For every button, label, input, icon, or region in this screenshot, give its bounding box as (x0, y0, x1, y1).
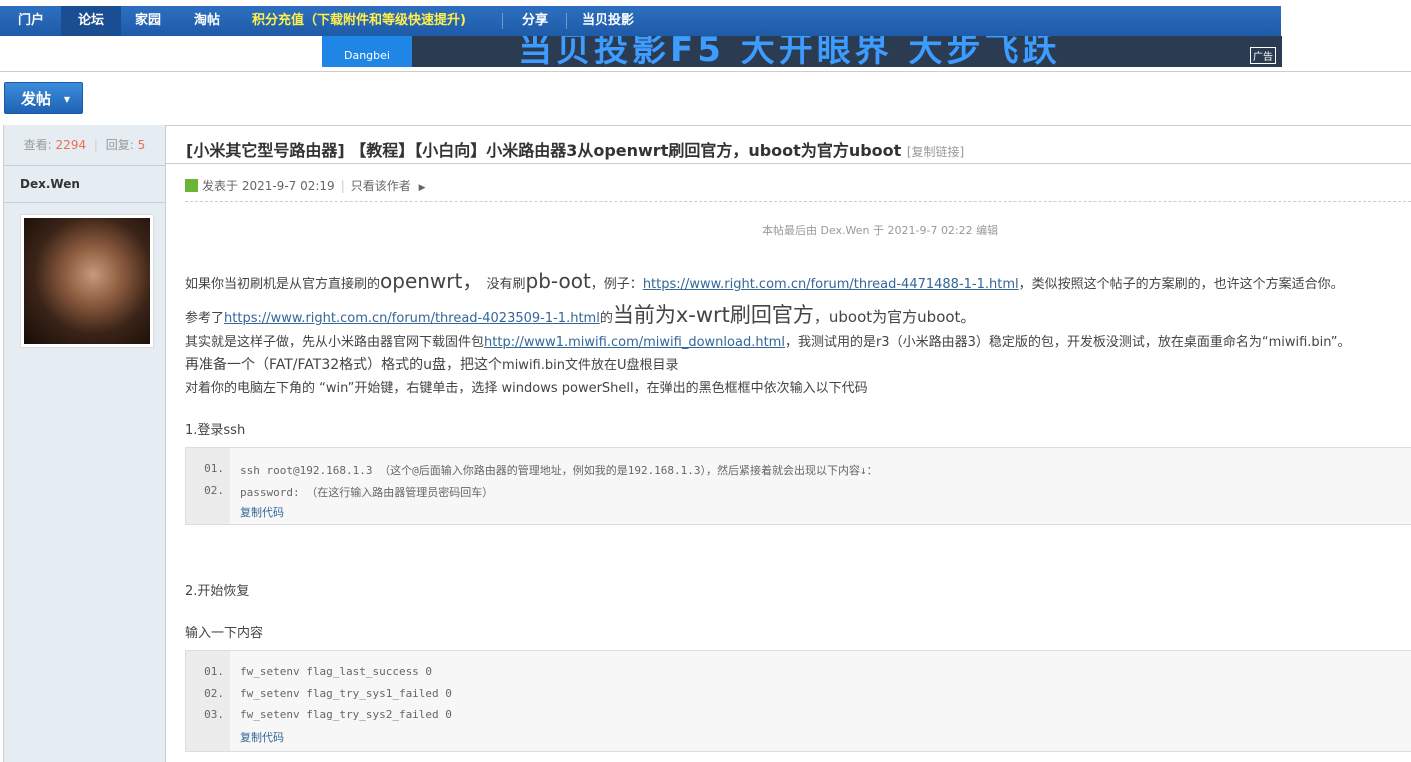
top-nav: 门户 论坛 家园 淘帖 积分充值（下载附件和等级快速提升) 分享 当贝投影 (0, 6, 1281, 36)
code-line: 02. password: （在这行输入路由器管理员密码回车） (186, 484, 493, 499)
line-number: 01. (204, 665, 224, 678)
online-user-icon (185, 179, 198, 192)
paragraph-2: 参考了https://www.right.com.cn/forum/thread… (185, 299, 975, 329)
title-divider (166, 163, 1411, 164)
line-number: 02. (204, 687, 224, 700)
copy-link[interactable]: [复制链接] (907, 145, 964, 159)
code-block: 01. fw_setenv flag_last_success 0 02. fw_s… (185, 650, 1411, 752)
nav-divider (502, 13, 503, 29)
code-line: 01. fw_setenv flag_last_success 0 (186, 665, 432, 678)
code-text: ssh root@192.168.1.3 （这个@后面输入你路由器的管理地址，例… (240, 464, 878, 477)
views-label: 查看: (23, 138, 52, 152)
code-text: fw_setenv flag_try_sys2_failed 0 (240, 708, 452, 721)
text: 没有刷 (482, 277, 526, 292)
section-heading: 1.登录ssh (185, 423, 246, 438)
replies-label: 回复: (105, 138, 134, 152)
author-sidebar: 查看: 2294 | 回复: 5 Dex.Wen (3, 125, 166, 762)
line-number: 01. (204, 462, 224, 475)
code-text: fw_setenv flag_try_sys1_failed 0 (240, 687, 452, 700)
post-frame-top (3, 125, 1411, 126)
text: openwrt， (380, 269, 483, 293)
avatar[interactable] (20, 214, 154, 348)
paragraph-5: 对着你的电脑左下角的 “win”开始键，右键单击，选择 windows powe… (185, 381, 868, 396)
sidebar-divider (4, 165, 165, 166)
paragraph-4: 再准备一个（FAT/FAT32格式）格式的u盘，把这个miwifi.bin文件放… (185, 354, 679, 374)
nav-item-share[interactable]: 分享 (522, 6, 548, 36)
nav-divider (566, 13, 567, 29)
copy-code-link[interactable]: 复制代码 (240, 504, 284, 520)
edit-note: 本帖最后由 Dex.Wen 于 2021-9-7 02:22 编辑 (762, 224, 999, 237)
text: pb-oot (525, 269, 591, 293)
text: ，我测试用的是r3（小米路由器3）稳定版的包，开发板没测试，放在桌面重命名为“m… (784, 335, 1351, 350)
code-line: 03. fw_setenv flag_try_sys2_failed 0 (186, 708, 452, 721)
only-author-link[interactable]: 只看该作者 (351, 179, 411, 193)
header-divider (0, 71, 1411, 72)
banner-ad[interactable]: Dangbei 当贝投影F5 大开眼界 大步飞跃 广告 (322, 36, 1282, 67)
nav-item-forum[interactable]: 论坛 (61, 6, 121, 36)
text: ，类似按照这个帖子的方案刷的，也许这个方案适合你。 (1018, 277, 1344, 292)
thread-link[interactable]: https://www.right.com.cn/forum/thread-40… (224, 311, 600, 326)
paragraph-3: 其实就是这样子做，先从小米路由器官网下载固件包http://www1.miwif… (185, 331, 1351, 350)
text: 再准备一个（FAT/FAT32格式）格式的u盘，把这个 (185, 357, 503, 373)
nav-item-collection[interactable]: 淘帖 (194, 6, 220, 36)
code-line: 01. ssh root@192.168.1.3 （这个@后面输入你路由器的管理地… (186, 462, 878, 477)
thread-stats: 查看: 2294 | 回复: 5 (23, 138, 146, 152)
new-post-label: 发帖 (21, 90, 52, 108)
caret-down-icon[interactable]: ▼ (64, 84, 70, 116)
nav-item-dangbei[interactable]: 当贝投影 (582, 6, 634, 36)
download-link[interactable]: http://www1.miwifi.com/miwifi_download.h… (484, 335, 785, 350)
nav-item-points-recharge[interactable]: 积分充值（下载附件和等级快速提升) (252, 6, 466, 36)
replies-count: 5 (137, 138, 146, 152)
thread-link[interactable]: https://www.right.com.cn/forum/thread-44… (643, 277, 1019, 292)
author-name[interactable]: Dex.Wen (20, 177, 80, 191)
text: 如果你当初刷机是从官方直接刷的 (185, 277, 381, 292)
code-block: 01. ssh root@192.168.1.3 （这个@后面输入你路由器的管理地… (185, 447, 1411, 525)
line-number: 03. (204, 708, 224, 721)
ad-badge: 广告 (1250, 47, 1276, 64)
text: 其实就是这样子做，先从小米路由器官网下载固件包 (185, 335, 485, 350)
triangle-right-icon: ▶ (418, 183, 426, 193)
banner-slogan: 当贝投影F5 大开眼界 大步飞跃 (518, 36, 1061, 67)
text: 的 (599, 311, 613, 326)
banner-logo: Dangbei (322, 36, 412, 67)
paragraph-1: 如果你当初刷机是从官方直接刷的openwrt， 没有刷pb-oot，例子：htt… (185, 265, 1344, 294)
code-text: fw_setenv flag_last_success 0 (240, 665, 433, 678)
text: miwifi.bin文件放在U盘根目录 (502, 358, 679, 373)
nav-item-portal[interactable]: 门户 (18, 6, 44, 36)
meta-divider (185, 201, 1411, 202)
post-meta: 发表于 2021-9-7 02:19 | 只看该作者 ▶ (185, 177, 426, 194)
thread-title-text: [小米其它型号路由器] 【教程】【小白向】小米路由器3从openwrt刷回官方，… (186, 141, 902, 160)
text: ，uboot为官方uboot。 (813, 308, 976, 326)
new-post-button[interactable]: 发帖 ▼ (4, 82, 83, 114)
post-time: 发表于 2021-9-7 02:19 (202, 179, 335, 193)
code-text: password: （在这行输入路由器管理员密码回车） (240, 486, 494, 499)
section-heading: 输入一下内容 (185, 626, 264, 641)
sidebar-divider (4, 202, 165, 203)
text: ，例子： (590, 277, 643, 292)
views-count: 2294 (55, 138, 87, 152)
text: 当前为x-wrt刷回官方 (612, 303, 814, 327)
copy-code-link[interactable]: 复制代码 (240, 729, 284, 745)
section-heading: 2.开始恢复 (185, 584, 250, 599)
thread-title: [小米其它型号路由器] 【教程】【小白向】小米路由器3从openwrt刷回官方，… (186, 137, 964, 161)
avatar-image (24, 218, 150, 344)
code-line: 02. fw_setenv flag_try_sys1_failed 0 (186, 687, 452, 700)
line-number: 02. (204, 484, 224, 497)
nav-item-home[interactable]: 家园 (135, 6, 161, 36)
text: 参考了 (185, 311, 225, 326)
